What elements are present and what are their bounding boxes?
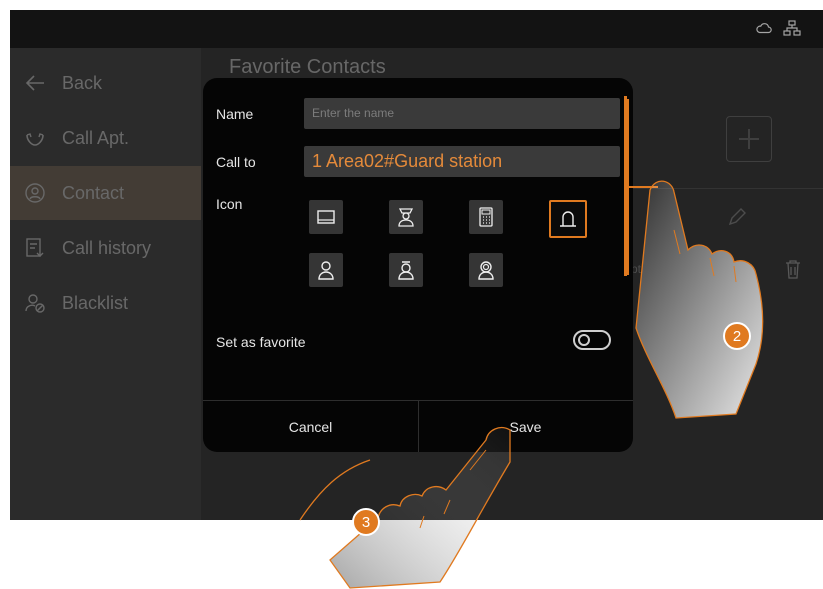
- favorite-toggle[interactable]: [573, 330, 611, 350]
- icon-option-monitor[interactable]: [309, 200, 343, 234]
- icon-option-doctor[interactable]: [389, 253, 423, 287]
- hand-pointer-illustration: [635, 180, 764, 419]
- bell-icon: [560, 211, 576, 227]
- toggle-knob: [578, 334, 590, 346]
- icon-label: Icon: [216, 196, 243, 212]
- keypad-icon: [479, 207, 493, 227]
- person-icon: [318, 261, 334, 280]
- guard-icon: [398, 208, 414, 227]
- icon-option-keypad[interactable]: [469, 200, 503, 234]
- favorite-label: Set as favorite: [216, 334, 306, 350]
- add-contact-dialog: Name Enter the name Call to 1 Area02#Gua…: [203, 78, 633, 452]
- name-input[interactable]: Enter the name: [304, 98, 620, 129]
- step-badge-3: 3: [352, 508, 380, 536]
- doctor-icon: [398, 261, 414, 280]
- call-to-label: Call to: [216, 154, 256, 170]
- icon-option-person[interactable]: [309, 253, 343, 287]
- hand-tap-illustration: [299, 426, 511, 589]
- icon-option-guard[interactable]: [389, 200, 423, 234]
- step-badge-2: 2: [723, 322, 751, 350]
- name-label: Name: [216, 106, 254, 122]
- operator-icon: [478, 261, 494, 280]
- monitor-icon: [317, 210, 335, 224]
- icon-option-operator[interactable]: [469, 253, 503, 287]
- call-to-field[interactable]: 1 Area02#Guard station: [304, 146, 620, 177]
- icon-option-bell[interactable]: [549, 200, 587, 238]
